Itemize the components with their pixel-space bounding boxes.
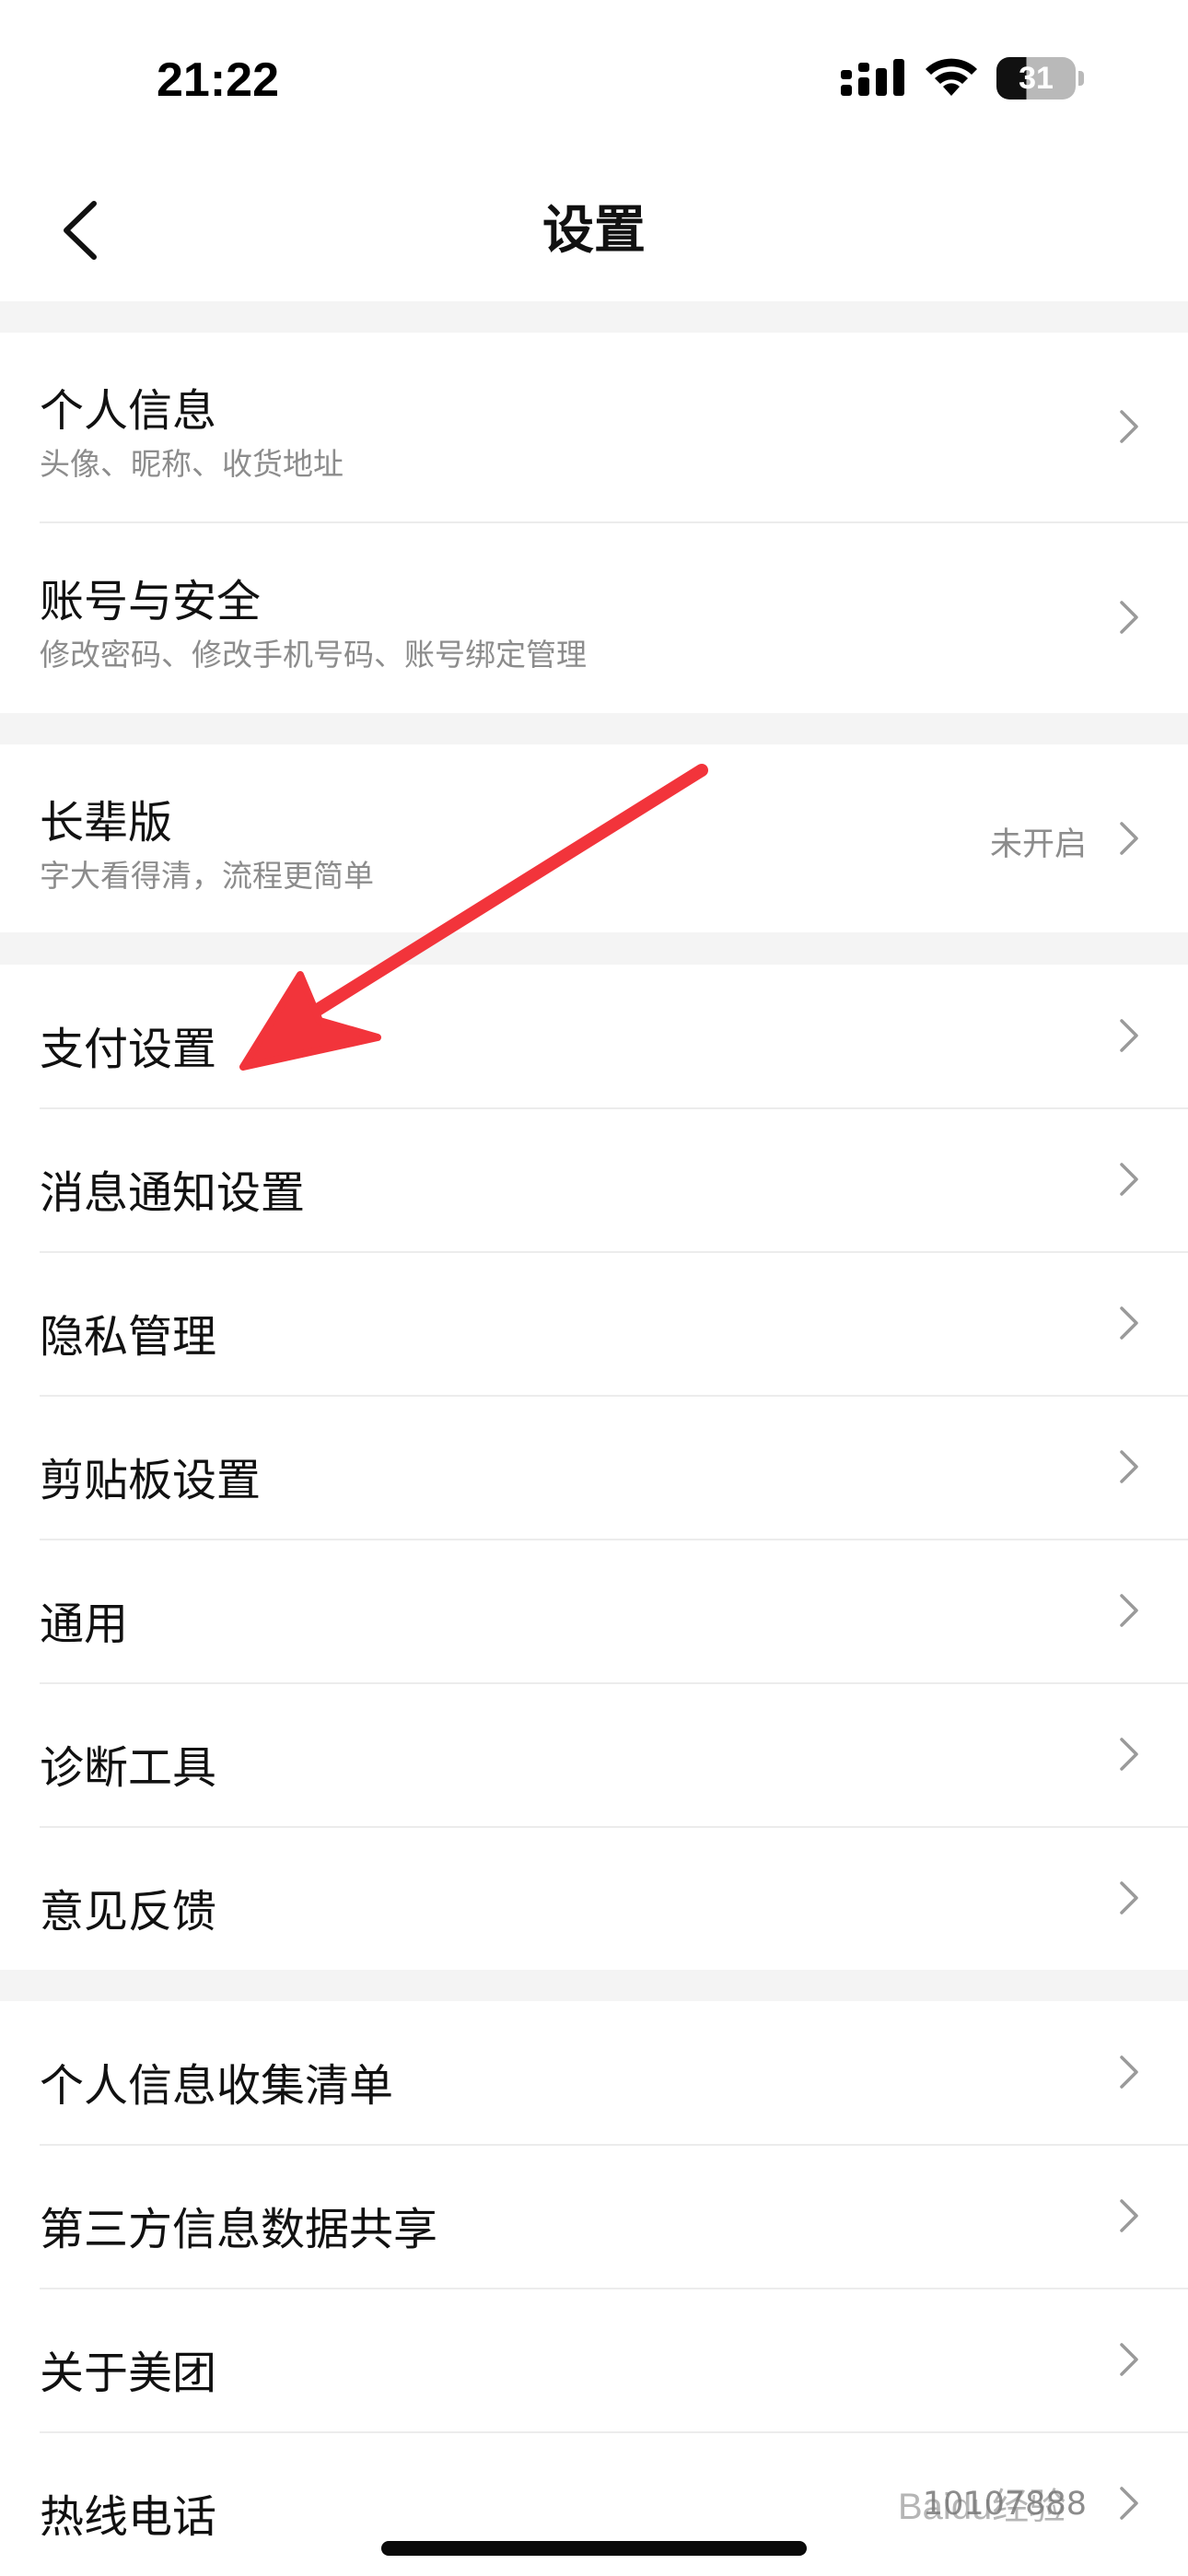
settings-item-title: 通用 <box>40 1598 129 1650</box>
chevron-right-icon <box>1120 1594 1138 1627</box>
settings-item-elder-mode[interactable]: 长辈版 字大看得清，流程更简单 未开启 <box>0 744 1188 932</box>
chevron-right-icon <box>1120 1163 1138 1196</box>
chevron-right-icon <box>1120 2487 1138 2520</box>
settings-item-notifications[interactable]: 消息通知设置 <box>0 1108 1188 1251</box>
settings-item-payment[interactable]: 支付设置 <box>0 965 1188 1107</box>
settings-group-general: 支付设置 消息通知设置 隐私管理 剪贴板设置 通用 诊断工具 意见反馈 <box>0 965 1188 1970</box>
chevron-right-icon <box>1120 1019 1138 1052</box>
settings-item-title: 长辈版 <box>40 797 173 849</box>
settings-item-account-security[interactable]: 账号与安全 修改密码、修改手机号码、账号绑定管理 <box>0 523 1188 713</box>
settings-item-title: 账号与安全 <box>40 576 262 627</box>
status-bar: 21:22 31 <box>0 0 1188 161</box>
settings-item-general[interactable]: 通用 <box>0 1540 1188 1682</box>
settings-item-title: 诊断工具 <box>40 1742 217 1794</box>
battery-level: 31 <box>1019 61 1054 96</box>
chevron-right-icon <box>1120 1738 1138 1771</box>
settings-item-title: 剪贴板设置 <box>40 1455 262 1506</box>
settings-item-title: 隐私管理 <box>40 1311 217 1363</box>
settings-item-about[interactable]: 关于美团 <box>0 2289 1188 2431</box>
home-indicator[interactable] <box>381 2541 807 2556</box>
settings-item-title: 意见反馈 <box>40 1886 217 1938</box>
settings-item-title: 支付设置 <box>40 1024 217 1075</box>
chevron-right-icon <box>1120 1881 1138 1914</box>
chevron-right-icon <box>1120 1450 1138 1483</box>
settings-item-title: 关于美团 <box>40 2348 217 2399</box>
wifi-icon <box>926 58 977 96</box>
settings-item-title: 个人信息收集清单 <box>40 2060 394 2112</box>
page-title: 设置 <box>542 201 646 261</box>
settings-item-title: 热线电话 <box>40 2491 217 2543</box>
chevron-right-icon <box>1120 2343 1138 2376</box>
settings-item-info-collection[interactable]: 个人信息收集清单 <box>0 2001 1188 2144</box>
settings-item-clipboard[interactable]: 剪贴板设置 <box>0 1396 1188 1539</box>
settings-item-privacy[interactable]: 隐私管理 <box>0 1252 1188 1395</box>
elder-mode-status: 未开启 <box>989 826 1087 863</box>
settings-item-title: 个人信息 <box>40 385 217 437</box>
settings-item-diagnostics[interactable]: 诊断工具 <box>0 1683 1188 1826</box>
settings-group-elder-mode: 长辈版 字大看得清，流程更简单 未开启 <box>0 744 1188 932</box>
settings-item-title: 消息通知设置 <box>40 1167 306 1219</box>
chevron-right-icon <box>1120 1306 1138 1340</box>
chevron-right-icon <box>1120 2055 1138 2089</box>
settings-item-subtitle: 字大看得清，流程更简单 <box>40 858 374 894</box>
signal-icon <box>841 59 904 96</box>
settings-item-subtitle: 头像、昵称、收货地址 <box>40 446 344 482</box>
settings-item-feedback[interactable]: 意见反馈 <box>0 1827 1188 1970</box>
watermark: Baidu经验 <box>898 2487 1066 2527</box>
nav-bar: 设置 <box>0 161 1188 301</box>
settings-item-subtitle: 修改密码、修改手机号码、账号绑定管理 <box>40 637 587 673</box>
settings-item-third-party-sharing[interactable]: 第三方信息数据共享 <box>0 2145 1188 2288</box>
chevron-right-icon <box>1120 822 1138 855</box>
settings-item-personal-info[interactable]: 个人信息 头像、昵称、收货地址 <box>0 333 1188 522</box>
battery-icon: 31 <box>996 57 1085 101</box>
settings-group-account: 个人信息 头像、昵称、收货地址 账号与安全 修改密码、修改手机号码、账号绑定管理 <box>0 333 1188 713</box>
chevron-left-icon <box>64 201 97 260</box>
settings-item-title: 第三方信息数据共享 <box>40 2204 438 2255</box>
status-time: 21:22 <box>157 53 279 107</box>
chevron-right-icon <box>1120 601 1138 634</box>
chevron-right-icon <box>1120 2199 1138 2232</box>
back-button[interactable] <box>46 189 120 272</box>
chevron-right-icon <box>1120 410 1138 443</box>
battery-tip <box>1078 71 1084 86</box>
